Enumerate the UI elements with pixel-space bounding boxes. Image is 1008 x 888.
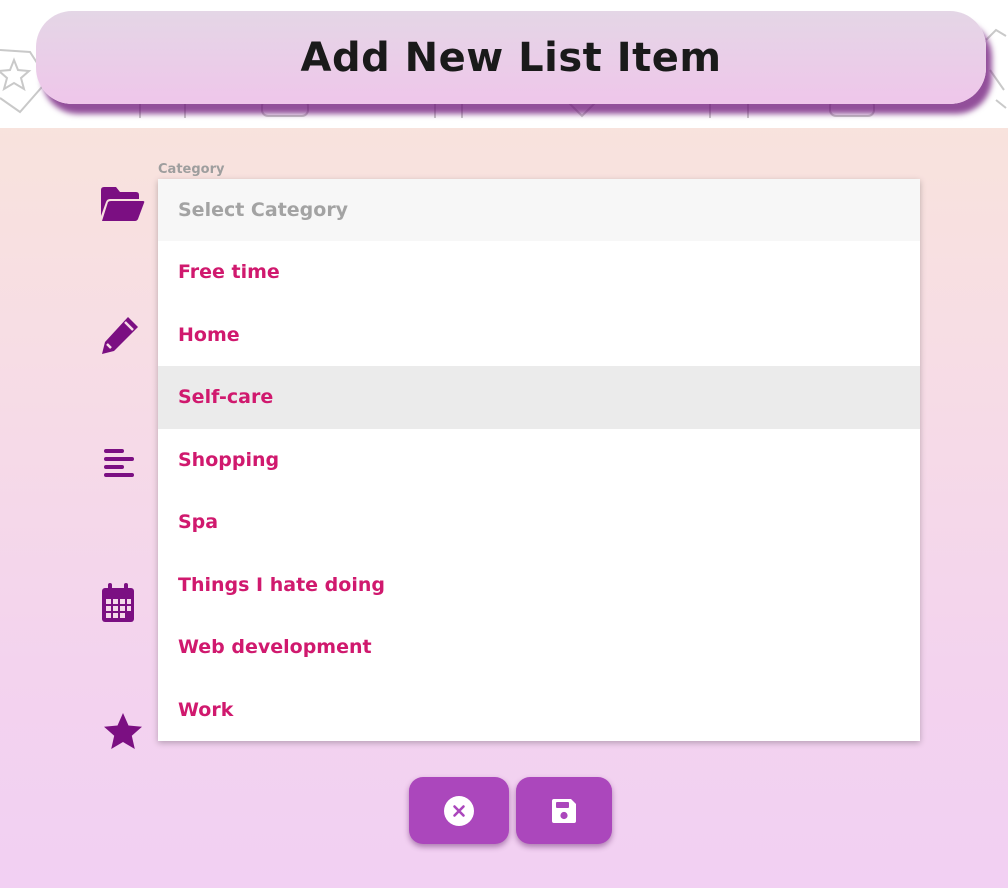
floppy-disk-icon: [552, 798, 576, 823]
folder-open-icon: [99, 181, 145, 227]
align-left-icon: [96, 440, 142, 486]
category-label: Category: [158, 162, 225, 177]
category-option-self-care[interactable]: Self-care: [158, 366, 920, 429]
page-header: Add New List Item: [36, 11, 986, 104]
category-option-web-development[interactable]: Web development: [158, 616, 920, 679]
save-button[interactable]: [516, 777, 612, 844]
page-title: Add New List Item: [300, 34, 722, 81]
category-option-shopping[interactable]: Shopping: [158, 429, 920, 492]
category-option-spa[interactable]: Spa: [158, 491, 920, 554]
calendar-icon: [95, 580, 141, 626]
pencil-icon: [97, 312, 143, 358]
cancel-button[interactable]: [409, 777, 509, 844]
category-option-work[interactable]: Work: [158, 679, 920, 742]
category-option-things-i-hate-doing[interactable]: Things I hate doing: [158, 554, 920, 617]
category-option-free-time[interactable]: Free time: [158, 241, 920, 304]
star-icon: [100, 709, 146, 755]
category-option-home[interactable]: Home: [158, 304, 920, 367]
close-circle-icon: [444, 795, 474, 826]
select-category-placeholder[interactable]: Select Category: [158, 179, 920, 241]
category-dropdown-menu[interactable]: Select Category Free time Home Self-care…: [158, 179, 920, 741]
